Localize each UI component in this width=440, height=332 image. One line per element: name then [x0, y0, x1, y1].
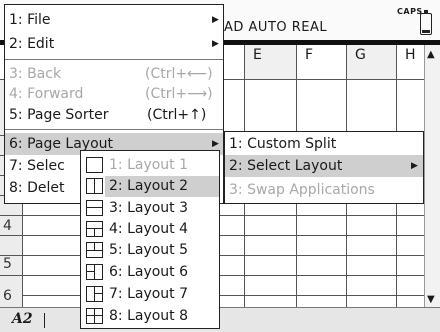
text-cursor [44, 313, 45, 328]
layout-5-icon [86, 242, 103, 258]
shortcut-page-sorter: (Ctrl+↑) [147, 107, 207, 123]
triangle-down-icon[interactable]: ▼ [427, 294, 435, 305]
triangle-up-icon[interactable]: ▲ [427, 49, 435, 60]
menu-item-layout-2[interactable]: 2: Layout 2 [109, 176, 188, 196]
page-layout-submenu: 1: Custom Split 2: Select Layout ▶ 3: Sw… [224, 131, 424, 204]
menu-item-layout-1[interactable]: 1: Layout 1 [109, 155, 188, 175]
row-label-6[interactable]: 6 [0, 288, 22, 306]
menu-item-file[interactable]: 1: File ▶ [5, 9, 223, 31]
layout-2-icon [86, 178, 103, 194]
layout-6-icon [86, 264, 103, 280]
column-header-f[interactable]: F [296, 45, 346, 79]
status-mode-text: AD AUTO REAL [224, 20, 328, 35]
cell-reference: A2 [12, 311, 33, 327]
column-header-h[interactable]: H [396, 45, 424, 79]
column-header-g[interactable]: G [346, 45, 396, 79]
row-label-5[interactable]: 5 [0, 256, 22, 272]
battery-icon [420, 10, 432, 35]
menu-item-custom-split[interactable]: 1: Custom Split [225, 133, 423, 155]
layout-3-icon [86, 200, 103, 216]
menu-item-delete[interactable]: 8: Delet [5, 177, 85, 199]
menu-item-select[interactable]: 7: Selec [5, 155, 85, 177]
menu-item-select-layout[interactable]: 2: Select Layout ▶ [225, 155, 423, 177]
menu-item-layout-3[interactable]: 3: Layout 3 [109, 198, 188, 218]
menu-item-layout-4[interactable]: 4: Layout 4 [109, 219, 188, 239]
vertical-scrollbar[interactable]: ▲ ▼ [424, 45, 440, 307]
triangle-right-icon: ▶ [212, 15, 219, 25]
menu-item-layout-7[interactable]: 7: Layout 7 [109, 284, 188, 304]
layout-4-icon [86, 221, 103, 237]
menu-divider [5, 59, 223, 60]
menu-item-layout-8[interactable]: 8: Layout 8 [109, 306, 188, 326]
caps-indicator: CAPS [397, 7, 423, 16]
layout-8-icon [86, 308, 103, 324]
shortcut-forward: (Ctrl+⟶) [145, 86, 213, 102]
triangle-right-icon: ▶ [411, 161, 418, 171]
row-label-4[interactable]: 4 [0, 218, 22, 234]
menu-item-layout-6[interactable]: 6: Layout 6 [109, 262, 188, 282]
menu-item-page-sorter[interactable]: 5: Page Sorter (Ctrl+↑) [5, 104, 223, 126]
menu-item-back[interactable]: 3: Back (Ctrl+⟵) [5, 63, 223, 85]
column-header-e[interactable]: E [244, 45, 296, 79]
menu-item-layout-5[interactable]: 5: Layout 5 [109, 240, 188, 260]
layout-7-icon [86, 286, 103, 302]
menu-item-forward[interactable]: 4: Forward (Ctrl+⟶) [5, 83, 223, 105]
entry-line[interactable]: A2 [0, 307, 440, 332]
layout-1-icon [86, 157, 103, 173]
menu-item-swap-applications[interactable]: 3: Swap Applications [225, 179, 423, 201]
shortcut-back: (Ctrl+⟵) [145, 66, 213, 82]
select-layout-submenu: 1: Layout 1 2: Layout 2 3: Layout 3 4: L… [80, 150, 220, 329]
triangle-right-icon: ▶ [212, 39, 219, 49]
menu-divider [5, 129, 223, 130]
menu-item-edit[interactable]: 2: Edit ▶ [5, 33, 223, 55]
